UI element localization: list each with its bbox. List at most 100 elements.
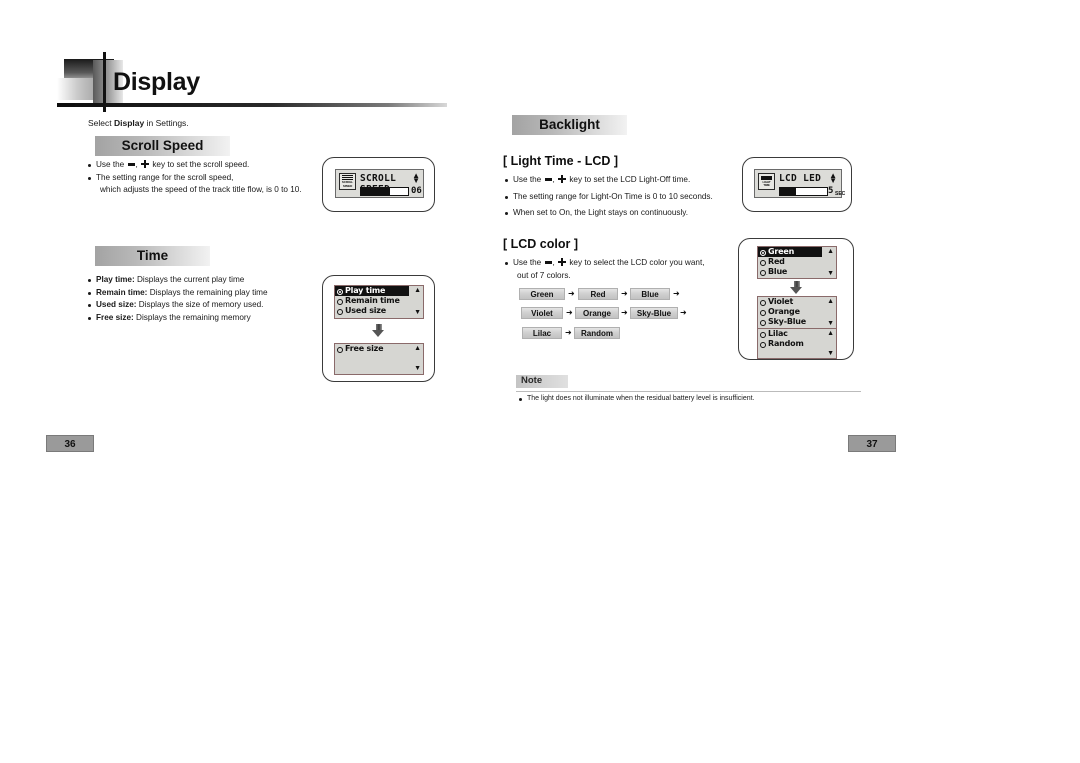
bullet-desc: Displays the current play time bbox=[134, 275, 245, 284]
menu-item[interactable]: Lilac bbox=[758, 329, 836, 339]
lcd-color-bullet-list: Use the , key to select the LCD color yo… bbox=[505, 257, 705, 282]
minus-key-icon bbox=[544, 260, 552, 264]
device-mock-lcd-color: Green Red Blue ▲ ▼ Violet Orange Sky-Blu… bbox=[738, 238, 854, 360]
color-chip-orange[interactable]: Orange bbox=[575, 307, 619, 319]
bullet-line: Free size: Displays the remaining memory bbox=[88, 312, 268, 325]
menu-item[interactable]: Orange bbox=[758, 307, 836, 317]
chip-arrow-icon: ➜ bbox=[621, 308, 628, 317]
scroll-speed-bar-fill bbox=[361, 188, 391, 195]
bullet-term: Used size: bbox=[96, 300, 137, 309]
bullet-desc: Displays the size of memory used. bbox=[136, 300, 264, 309]
arrow-head bbox=[790, 287, 802, 294]
bullet-line: Use the , key to set the LCD Light-Off t… bbox=[505, 174, 713, 187]
light-time-value: 5 bbox=[828, 186, 834, 196]
bullet-term: Free size: bbox=[96, 312, 134, 322]
scroll-up-icon[interactable]: ▲ bbox=[827, 298, 834, 305]
color-chip-red[interactable]: Red bbox=[578, 288, 618, 300]
bullet-line: Remain time: Displays the remaining play… bbox=[88, 287, 268, 300]
bullet-line: When set to On, the Light stays on conti… bbox=[505, 207, 713, 220]
scroll-up-icon[interactable]: ▲ bbox=[827, 330, 834, 337]
section-header-scroll-speed: Scroll Speed bbox=[95, 136, 230, 156]
chip-arrow-icon: ➜ bbox=[565, 328, 572, 337]
minus-key-icon bbox=[127, 162, 135, 166]
light-time-icon: LIGHT TIME bbox=[758, 173, 775, 190]
scroll-up-icon[interactable]: ▲ bbox=[414, 287, 421, 294]
chip-arrow-icon: ➜ bbox=[680, 308, 687, 317]
header-horizontal-rule bbox=[57, 103, 447, 107]
menu-item[interactable]: Random bbox=[758, 339, 836, 349]
scroll-down-icon[interactable]: ▼ bbox=[827, 350, 834, 357]
bullet-line: Used size: Displays the size of memory u… bbox=[88, 299, 268, 312]
light-time-unit: SEC bbox=[835, 191, 846, 197]
chip-arrow-icon: ➜ bbox=[568, 289, 575, 298]
lcd-screen-scroll-speed: SCROLL SPEED SCROLL SPEED ▲▼ 06 bbox=[335, 169, 424, 198]
lcd-menu-color-screen-2: Violet Orange Sky-Blue ▲ ▼ bbox=[757, 296, 837, 329]
scroll-speed-bar-track bbox=[360, 187, 409, 196]
color-chip-random[interactable]: Random bbox=[574, 327, 620, 339]
lcd-menu-color-screen-3: Lilac Random ▲ ▼ bbox=[757, 328, 837, 359]
lcd-menu-color-screen-1: Green Red Blue ▲ ▼ bbox=[757, 246, 837, 279]
chip-arrow-icon: ➜ bbox=[566, 308, 573, 317]
note-text: The light does not illuminate when the r… bbox=[519, 393, 755, 406]
subheading-light-time: [ Light Time - LCD ] bbox=[503, 154, 619, 168]
bullet-line: The setting range for the scroll speed, bbox=[88, 172, 302, 185]
section-header-time: Time bbox=[95, 246, 210, 266]
bullet-line-continuation: which adjusts the speed of the track tit… bbox=[100, 185, 302, 194]
plus-key-icon bbox=[558, 257, 567, 266]
bullet-line: Play time: Displays the current play tim… bbox=[88, 274, 268, 287]
color-chip-sky-blue[interactable]: Sky-Blue bbox=[630, 307, 678, 319]
icon-label-2: SPEED bbox=[342, 183, 353, 188]
scroll-speed-bullet-list: Use the , key to set the scroll speed. T… bbox=[88, 159, 302, 197]
scroll-down-icon[interactable]: ▼ bbox=[827, 270, 834, 277]
lcd-menu-time-screen-2: Free size ▲ ▼ bbox=[334, 343, 424, 375]
page-number-left: 36 bbox=[46, 435, 94, 452]
menu-item[interactable]: Remain time bbox=[335, 296, 423, 306]
device-mock-scroll-speed: SCROLL SPEED SCROLL SPEED ▲▼ 06 bbox=[322, 157, 435, 212]
scroll-up-icon[interactable]: ▲ bbox=[827, 248, 834, 255]
menu-item[interactable]: Blue bbox=[758, 267, 836, 277]
device-mock-lcd-led: LIGHT TIME LCD LED ▲ ▼ 5 SEC bbox=[742, 157, 852, 212]
page-number-right: 37 bbox=[848, 435, 896, 452]
menu-item[interactable]: Play time bbox=[335, 286, 409, 296]
menu-item[interactable]: Free size bbox=[335, 344, 423, 354]
note-divider bbox=[516, 391, 861, 392]
color-chip-blue[interactable]: Blue bbox=[630, 288, 670, 300]
intro-prefix: Select bbox=[88, 118, 114, 128]
scroll-down-icon[interactable]: ▼ bbox=[414, 365, 421, 372]
scroll-up-icon[interactable]: ▲ bbox=[414, 345, 421, 352]
plus-key-icon bbox=[141, 159, 150, 168]
page-title: Display bbox=[113, 68, 200, 96]
menu-item[interactable]: Violet bbox=[758, 297, 836, 307]
bullet-desc: Displays the remaining memory bbox=[133, 312, 251, 322]
arrow-head bbox=[372, 330, 384, 337]
minus-key-icon bbox=[544, 177, 552, 181]
bullet-term: Play time: bbox=[96, 275, 135, 284]
bullet-line: Use the , key to select the LCD color yo… bbox=[505, 257, 705, 270]
bullet-line: Use the , key to set the scroll speed. bbox=[88, 159, 302, 172]
icon-label-2: TIME bbox=[763, 183, 770, 187]
menu-item[interactable]: Used size bbox=[335, 306, 423, 316]
note-bullet-list: The light does not illuminate when the r… bbox=[519, 393, 755, 406]
chip-arrow-icon: ➜ bbox=[673, 289, 680, 298]
menu-item[interactable]: Green bbox=[758, 247, 822, 257]
light-time-bar-fill bbox=[780, 188, 796, 195]
bullet-term: Remain time: bbox=[96, 287, 148, 297]
bullet-line-continuation: out of 7 colors. bbox=[517, 270, 571, 280]
scroll-down-icon[interactable]: ▼ bbox=[414, 309, 421, 316]
intro-suffix: in Settings. bbox=[144, 118, 189, 128]
color-chip-green[interactable]: Green bbox=[519, 288, 565, 300]
intro-line: Select Display in Settings. bbox=[88, 118, 189, 128]
lcd-menu-time-screen-1: Play time Remain time Used size ▲ ▼ bbox=[334, 285, 424, 319]
menu-item[interactable]: Red bbox=[758, 257, 836, 267]
scroll-down-icon[interactable]: ▼ bbox=[827, 320, 834, 327]
note-label: Note bbox=[521, 375, 543, 386]
lcd-screen-lcd-led: LIGHT TIME LCD LED ▲ ▼ 5 SEC bbox=[754, 169, 846, 198]
intro-bold: Display bbox=[114, 118, 145, 128]
scroll-speed-value: 06 bbox=[411, 186, 422, 196]
menu-item[interactable]: Sky-Blue bbox=[758, 317, 836, 327]
plus-key-icon bbox=[558, 174, 567, 183]
device-mock-time: Play time Remain time Used size ▲ ▼ Free… bbox=[322, 275, 435, 382]
color-chip-violet[interactable]: Violet bbox=[521, 307, 563, 319]
light-time-bullet-list: Use the , key to set the LCD Light-Off t… bbox=[505, 174, 713, 220]
color-chip-lilac[interactable]: Lilac bbox=[522, 327, 562, 339]
